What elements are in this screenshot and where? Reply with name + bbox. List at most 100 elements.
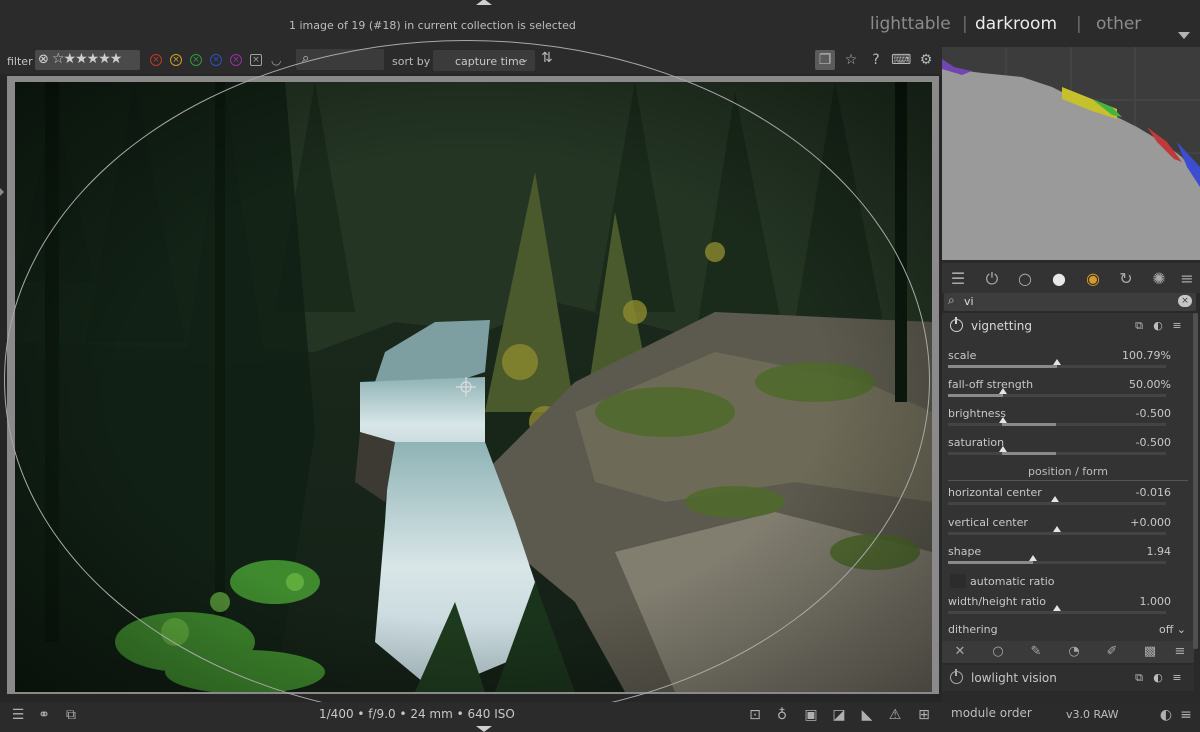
color-label-yellow-icon[interactable]: × bbox=[170, 54, 182, 66]
slider-track[interactable] bbox=[948, 417, 1166, 426]
saturation-slider[interactable]: saturation -0.500 bbox=[948, 434, 1171, 462]
sort-select[interactable]: capture time ⌄ bbox=[433, 50, 535, 71]
second-window-icon[interactable]: ⧉ bbox=[61, 705, 81, 725]
collection-search-input[interactable]: ⌕ bbox=[296, 49, 384, 70]
parametric-mask-icon[interactable]: ◔ bbox=[1064, 643, 1084, 661]
slider-track[interactable] bbox=[948, 605, 1166, 614]
overlay-mode-icon[interactable]: ❐ bbox=[815, 50, 835, 70]
rating-filter[interactable]: ⊗ ☆★★★★★ bbox=[35, 50, 140, 70]
mask-menu-icon[interactable]: ≡ bbox=[1170, 643, 1190, 661]
slider-handle[interactable] bbox=[998, 388, 1007, 394]
slider-handle[interactable] bbox=[1053, 526, 1061, 532]
gear-icon[interactable]: ⚙ bbox=[916, 50, 936, 70]
view-other[interactable]: other bbox=[1096, 14, 1141, 34]
color-label-all-icon[interactable]: × bbox=[250, 54, 262, 66]
top-panel-toggle[interactable] bbox=[476, 0, 492, 5]
checkbox[interactable] bbox=[950, 574, 966, 588]
color-label-blue-icon[interactable]: × bbox=[210, 54, 222, 66]
iso12646-icon[interactable]: ▣ bbox=[801, 705, 821, 725]
color-label-green-icon[interactable]: × bbox=[190, 54, 202, 66]
drawn-parametric-mask-icon[interactable]: ✐ bbox=[1102, 643, 1122, 661]
color-group-icon[interactable]: ◉ bbox=[1082, 268, 1104, 290]
drawn-mask-icon[interactable]: ✎ bbox=[1026, 643, 1046, 661]
panel-scrollbar[interactable] bbox=[1193, 313, 1198, 649]
mask-off-icon[interactable]: ✕ bbox=[950, 643, 970, 661]
softproof-icon[interactable]: ◪ bbox=[829, 705, 849, 725]
color-label-purple-icon[interactable]: × bbox=[230, 54, 242, 66]
active-modules-icon[interactable]: ⏻ bbox=[981, 268, 1003, 290]
slider-label: horizontal center bbox=[948, 486, 1042, 499]
reject-icon[interactable]: ⊗ bbox=[38, 52, 49, 67]
bottom-panel-toggle[interactable] bbox=[476, 726, 492, 732]
histogram[interactable] bbox=[942, 47, 1200, 260]
star-rating-icon[interactable]: ☆★★★★★ bbox=[52, 51, 122, 67]
module-power-icon[interactable] bbox=[950, 317, 963, 332]
slider-handle[interactable] bbox=[1053, 605, 1061, 611]
presets-icon[interactable]: ≡ bbox=[1170, 319, 1184, 333]
chevron-down-icon[interactable] bbox=[1178, 32, 1190, 39]
presets-icon[interactable]: ≡ bbox=[1170, 671, 1184, 685]
falloff-slider[interactable]: fall-off strength 50.00% bbox=[948, 376, 1171, 404]
reset-icon[interactable]: ◐ bbox=[1151, 319, 1165, 333]
slider-track[interactable] bbox=[948, 446, 1166, 455]
presets-menu-icon[interactable]: ≡ bbox=[1176, 705, 1196, 725]
color-picker-icon[interactable]: ⊡ bbox=[745, 705, 765, 725]
slider-handle[interactable] bbox=[1050, 496, 1059, 502]
effect-group-icon[interactable]: ✺ bbox=[1148, 268, 1170, 290]
reset-icon[interactable]: ◐ bbox=[1151, 671, 1165, 685]
bulb-icon[interactable]: ♁ bbox=[772, 705, 792, 725]
module-settings-icon[interactable]: ☰ bbox=[947, 268, 969, 290]
vertical-center-slider[interactable]: vertical center +0.000 bbox=[948, 514, 1171, 542]
histogram-graph bbox=[942, 47, 1200, 260]
help-icon[interactable]: ? bbox=[866, 50, 886, 70]
color-label-operator-icon[interactable]: ◡ bbox=[270, 54, 282, 66]
menu-icon[interactable]: ☰ bbox=[8, 705, 28, 725]
slider-handle[interactable] bbox=[1053, 359, 1061, 365]
keyboard-icon[interactable]: ⌨ bbox=[891, 50, 911, 70]
slider-track[interactable] bbox=[948, 526, 1166, 535]
guides-icon[interactable]: ⊞ bbox=[914, 705, 934, 725]
slider-track[interactable] bbox=[948, 359, 1166, 368]
view-separator: | bbox=[962, 14, 968, 34]
color-label-red-icon[interactable]: × bbox=[150, 54, 162, 66]
brightness-slider[interactable]: brightness -0.500 bbox=[948, 405, 1171, 433]
slider-handle[interactable] bbox=[998, 446, 1007, 452]
view-darkroom[interactable]: darkroom bbox=[975, 14, 1057, 34]
scale-slider[interactable]: scale 100.79% bbox=[948, 347, 1171, 375]
slider-fill bbox=[948, 561, 1034, 564]
slider-track[interactable] bbox=[948, 388, 1166, 397]
vignette-center-handle-icon[interactable] bbox=[456, 377, 476, 397]
module-header[interactable]: vignetting ⧉ ◐ ≡ bbox=[942, 313, 1194, 339]
left-panel-toggle[interactable] bbox=[0, 188, 4, 196]
multi-instance-icon[interactable]: ⧉ bbox=[1132, 671, 1146, 685]
module-power-icon[interactable] bbox=[950, 669, 963, 684]
reset-icon[interactable]: ◐ bbox=[1156, 705, 1176, 725]
styles-icon[interactable]: ⚭ bbox=[34, 705, 54, 725]
slider-label: shape bbox=[948, 545, 982, 558]
uniform-mask-icon[interactable]: ○ bbox=[988, 643, 1008, 661]
automatic-ratio-toggle[interactable]: automatic ratio bbox=[948, 574, 1178, 590]
view-switcher: lighttable | darkroom | other bbox=[870, 14, 1200, 40]
star-overlay-icon[interactable]: ☆ bbox=[841, 50, 861, 70]
gamut-check-icon[interactable]: ◣ bbox=[857, 705, 877, 725]
correct-group-icon[interactable]: ↻ bbox=[1115, 268, 1137, 290]
slider-track[interactable] bbox=[948, 496, 1166, 505]
shape-slider[interactable]: shape 1.94 bbox=[948, 543, 1171, 571]
slider-track[interactable] bbox=[948, 555, 1166, 564]
dithering-select[interactable]: dithering off ⌄ bbox=[948, 622, 1186, 638]
clear-search-icon[interactable]: × bbox=[1178, 295, 1192, 307]
module-search-input[interactable]: ⌕ vi × bbox=[944, 293, 1196, 311]
presets-menu-icon[interactable]: ≡ bbox=[1176, 268, 1198, 290]
multi-instance-icon[interactable]: ⧉ bbox=[1132, 319, 1146, 333]
sort-order-icon[interactable]: ⇅ bbox=[541, 50, 553, 66]
width-height-ratio-slider[interactable]: width/height ratio 1.000 bbox=[948, 593, 1171, 621]
slider-handle[interactable] bbox=[998, 417, 1007, 423]
horizontal-center-slider[interactable]: horizontal center -0.016 bbox=[948, 484, 1171, 512]
base-group-icon[interactable]: ○ bbox=[1014, 268, 1036, 290]
slider-handle[interactable] bbox=[1029, 555, 1038, 561]
overexposed-warning-icon[interactable]: ⚠ bbox=[885, 705, 905, 725]
lowlight-vision-module[interactable]: lowlight vision ⧉ ◐ ≡ bbox=[942, 665, 1194, 691]
tone-group-icon[interactable]: ● bbox=[1048, 268, 1070, 290]
raster-mask-icon[interactable]: ▩ bbox=[1140, 643, 1160, 661]
view-lighttable[interactable]: lighttable bbox=[870, 14, 951, 34]
